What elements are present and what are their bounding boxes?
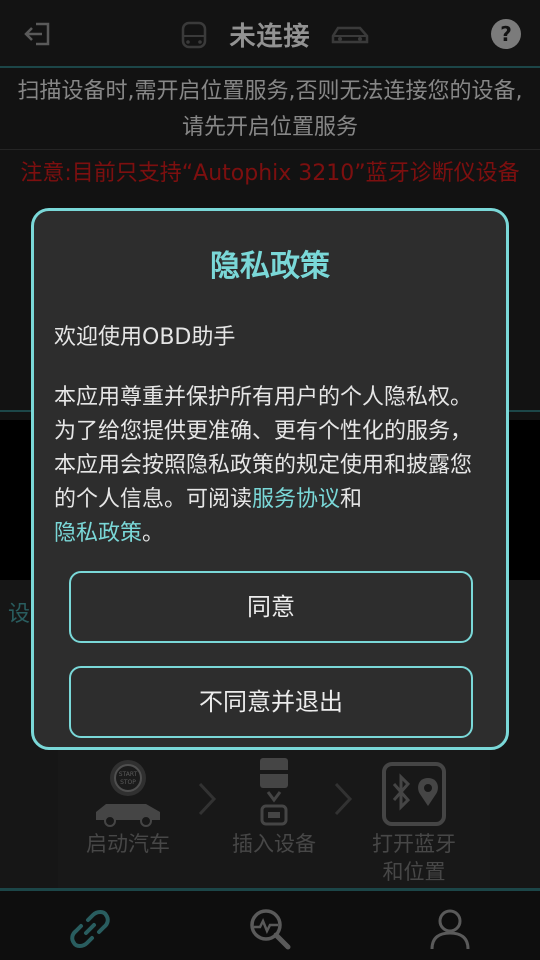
agree-button[interactable]: 同意	[69, 571, 473, 643]
welcome-text: 欢迎使用OBD助手	[54, 325, 236, 350]
policy-body: 本应用尊重并保护所有用户的个人隐私权。为了给您提供更准确、更有个性化的服务，本应…	[54, 381, 484, 551]
privacy-policy-link[interactable]: 隐私政策	[54, 521, 142, 546]
disagree-exit-button[interactable]: 不同意并退出	[69, 666, 473, 738]
period-text: 。	[142, 521, 165, 546]
privacy-policy-dialog: 隐私政策 欢迎使用OBD助手 本应用尊重并保护所有用户的个人隐私权。为了给您提供…	[31, 208, 509, 750]
service-agreement-link[interactable]: 服务协议	[252, 487, 340, 512]
dialog-title: 隐私政策	[210, 249, 330, 284]
app-screen: 未连接 ? 扫描设备时,需开启位置服务,否则无法连接您的设备,请先开启位置服务 …	[0, 0, 540, 960]
conjunction-text: 和	[340, 487, 363, 512]
